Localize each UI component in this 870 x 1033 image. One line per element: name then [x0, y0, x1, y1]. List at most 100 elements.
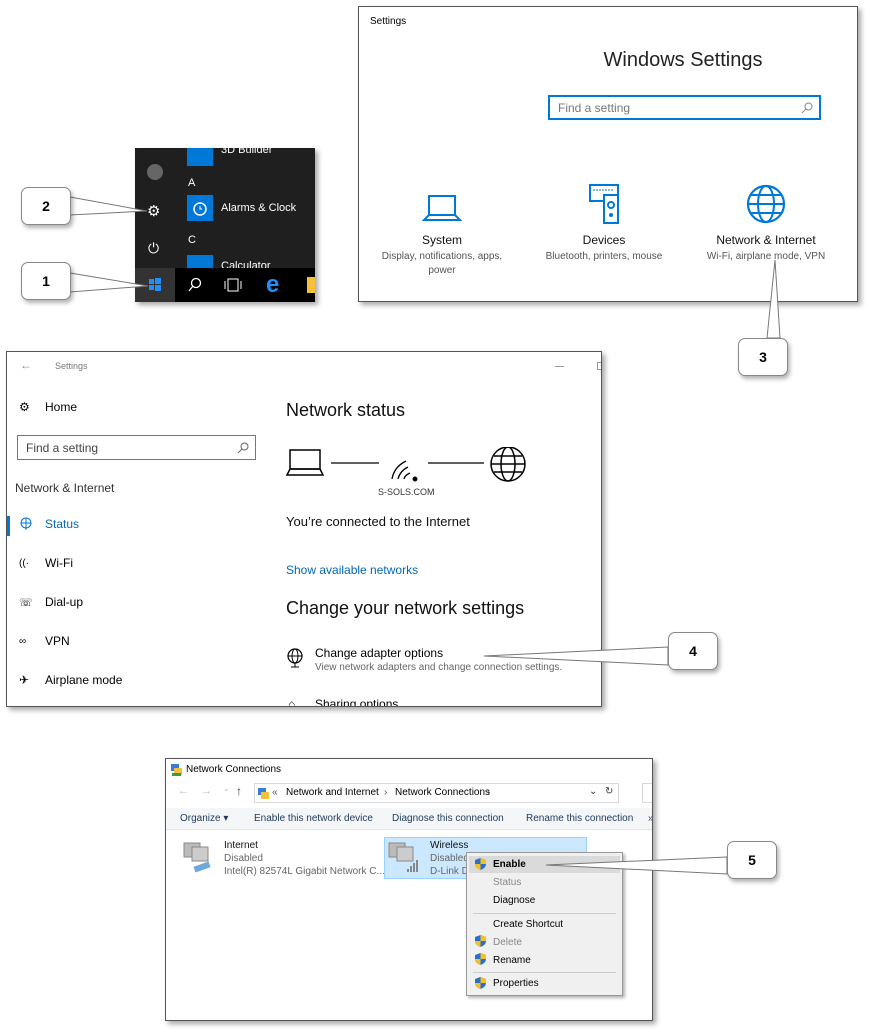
- search-placeholder: Find a setting: [558, 101, 631, 115]
- start-menu: 3D Builder A Alarms & Clock C Calculator…: [135, 148, 315, 302]
- adapter-status: Disabled: [224, 853, 263, 864]
- selected-indicator: [7, 516, 10, 536]
- breadcrumb-network-connections[interactable]: Network Connections: [395, 787, 490, 798]
- sidebar-item-airplane-mode[interactable]: ✈ Airplane mode: [19, 673, 122, 687]
- edge-icon[interactable]: e: [266, 271, 279, 299]
- organize-button[interactable]: Organize ▾: [180, 813, 228, 824]
- callout-3: 3: [738, 338, 788, 376]
- back-arrow-icon[interactable]: ←: [20, 358, 32, 372]
- search-icon: [237, 442, 249, 454]
- connection-status: You’re connected to the Internet: [286, 514, 470, 529]
- back-button[interactable]: ←: [178, 785, 189, 797]
- taskbar: e: [135, 268, 315, 302]
- uac-shield-icon: [475, 953, 486, 965]
- category-network-internet[interactable]: Network & Internet Wi-Fi, airplane mode,…: [691, 183, 841, 264]
- menu-item-rename[interactable]: Rename: [493, 955, 531, 966]
- network-name: S-SOLS.COM: [378, 487, 435, 497]
- laptop-icon: [286, 449, 325, 476]
- search-box[interactable]: [642, 783, 652, 803]
- laptop-icon: [422, 195, 462, 221]
- category-desc: Wi-Fi, airplane mode, VPN: [706, 251, 826, 262]
- breadcrumb-network-internet[interactable]: Network and Internet: [286, 787, 379, 798]
- sidebar-item-wifi[interactable]: ((· Wi-Fi: [19, 556, 73, 570]
- adapter-name: Wireless: [430, 840, 469, 851]
- forward-button[interactable]: →: [201, 785, 212, 797]
- nav-label: Wi-Fi: [45, 556, 73, 570]
- adapter-globe-icon: [287, 648, 303, 668]
- address-dropdown-icon[interactable]: ⌄: [589, 786, 597, 797]
- power-icon[interactable]: ⏻: [148, 240, 159, 257]
- start-button[interactable]: [135, 268, 175, 302]
- gear-icon: ⚙: [19, 400, 30, 414]
- adapter-status: Disabled: [430, 853, 469, 864]
- menu-separator: [473, 913, 616, 914]
- context-menu: Enable Status Diagnose Create Shortcut D…: [466, 852, 623, 996]
- show-available-networks-link[interactable]: Show available networks: [286, 563, 418, 577]
- devices-icon: [589, 184, 619, 224]
- home-label: Home: [45, 400, 78, 414]
- rename-connection-button[interactable]: Rename this connection: [526, 813, 633, 824]
- refresh-icon[interactable]: ↻: [605, 786, 613, 797]
- sidebar-item-dialup[interactable]: ☏ Dial-up: [19, 595, 83, 609]
- settings-search-input[interactable]: Find a setting: [548, 95, 821, 120]
- sidebar-item-vpn[interactable]: ∞ VPN: [19, 634, 70, 648]
- uac-shield-icon: [475, 977, 486, 989]
- menu-item-diagnose[interactable]: Diagnose: [493, 895, 535, 906]
- enable-device-button[interactable]: Enable this network device: [254, 813, 373, 824]
- uac-shield-icon: [475, 858, 486, 870]
- globe-icon: [746, 184, 786, 224]
- category-system[interactable]: System Display, notifications, apps, pow…: [367, 183, 517, 278]
- category-name: Network & Internet: [716, 233, 816, 247]
- gear-icon[interactable]: ⚙: [147, 202, 160, 220]
- ethernet-adapter-icon: [183, 842, 211, 873]
- minimize-button[interactable]: [555, 366, 564, 367]
- diagnose-connection-button[interactable]: Diagnose this connection: [392, 813, 504, 824]
- 3d-builder-tile[interactable]: [187, 148, 213, 166]
- category-devices[interactable]: Devices Bluetooth, printers, mouse: [529, 183, 679, 264]
- app-alarms-clock[interactable]: Alarms & Clock: [221, 202, 296, 214]
- file-explorer-icon[interactable]: [307, 277, 315, 293]
- adapter-option-title: Change adapter options: [315, 646, 444, 660]
- alarm-clock-icon: [193, 202, 207, 216]
- title-bar: Network Connections: [166, 759, 652, 781]
- dialup-phone-icon: ☏: [19, 596, 33, 609]
- alarms-tile[interactable]: [187, 195, 213, 221]
- nav-label: Airplane mode: [45, 673, 123, 687]
- menu-item-create-shortcut[interactable]: Create Shortcut: [493, 919, 563, 930]
- recent-dropdown[interactable]: ⌄: [223, 784, 230, 793]
- up-button[interactable]: ↑: [236, 784, 242, 798]
- windows-start-icon: [149, 278, 161, 291]
- menu-item-properties[interactable]: Properties: [493, 978, 539, 989]
- category-desc: Display, notifications, apps, power: [381, 251, 503, 276]
- change-settings-heading: Change your network settings: [286, 598, 525, 618]
- uac-shield-icon: [475, 935, 486, 947]
- sharing-option-title: Sharing options: [315, 697, 399, 707]
- callout-5: 5: [727, 841, 777, 879]
- address-bar: ← → ⌄ ↑ « Network and Internet › Network…: [166, 781, 652, 805]
- more-commands-button[interactable]: »: [648, 813, 652, 824]
- nav-label: Status: [45, 517, 80, 531]
- user-avatar-icon[interactable]: [147, 164, 163, 180]
- callout-2: 2: [21, 187, 71, 225]
- window-title: Settings: [370, 16, 407, 27]
- globe-icon: [490, 447, 526, 482]
- sharing-icon: ⌂: [288, 697, 296, 707]
- category-desc: Bluetooth, printers, mouse: [545, 251, 663, 262]
- search-icon[interactable]: [187, 277, 203, 293]
- menu-item-delete[interactable]: Delete: [493, 937, 522, 948]
- menu-item-enable[interactable]: Enable: [493, 859, 526, 870]
- sidebar-item-home[interactable]: ⚙ Home: [19, 400, 77, 414]
- section-label: Network & Internet: [15, 481, 115, 495]
- breadcrumb[interactable]: « Network and Internet › Network Connect…: [254, 783, 619, 803]
- sidebar-search-input[interactable]: Find a setting: [17, 435, 256, 460]
- category-name: System: [421, 233, 462, 247]
- search-icon: [801, 102, 813, 114]
- maximize-button[interactable]: [597, 362, 601, 370]
- menu-separator: [473, 972, 616, 973]
- network-settings-window: ← Settings ⚙ Home Find a setting Network…: [6, 351, 602, 707]
- task-view-icon[interactable]: [224, 278, 242, 292]
- callout-4: 4: [668, 632, 718, 670]
- sidebar-item-status[interactable]: Status: [19, 517, 79, 531]
- app-3d-builder[interactable]: 3D Builder: [221, 148, 272, 156]
- menu-item-status[interactable]: Status: [493, 877, 521, 888]
